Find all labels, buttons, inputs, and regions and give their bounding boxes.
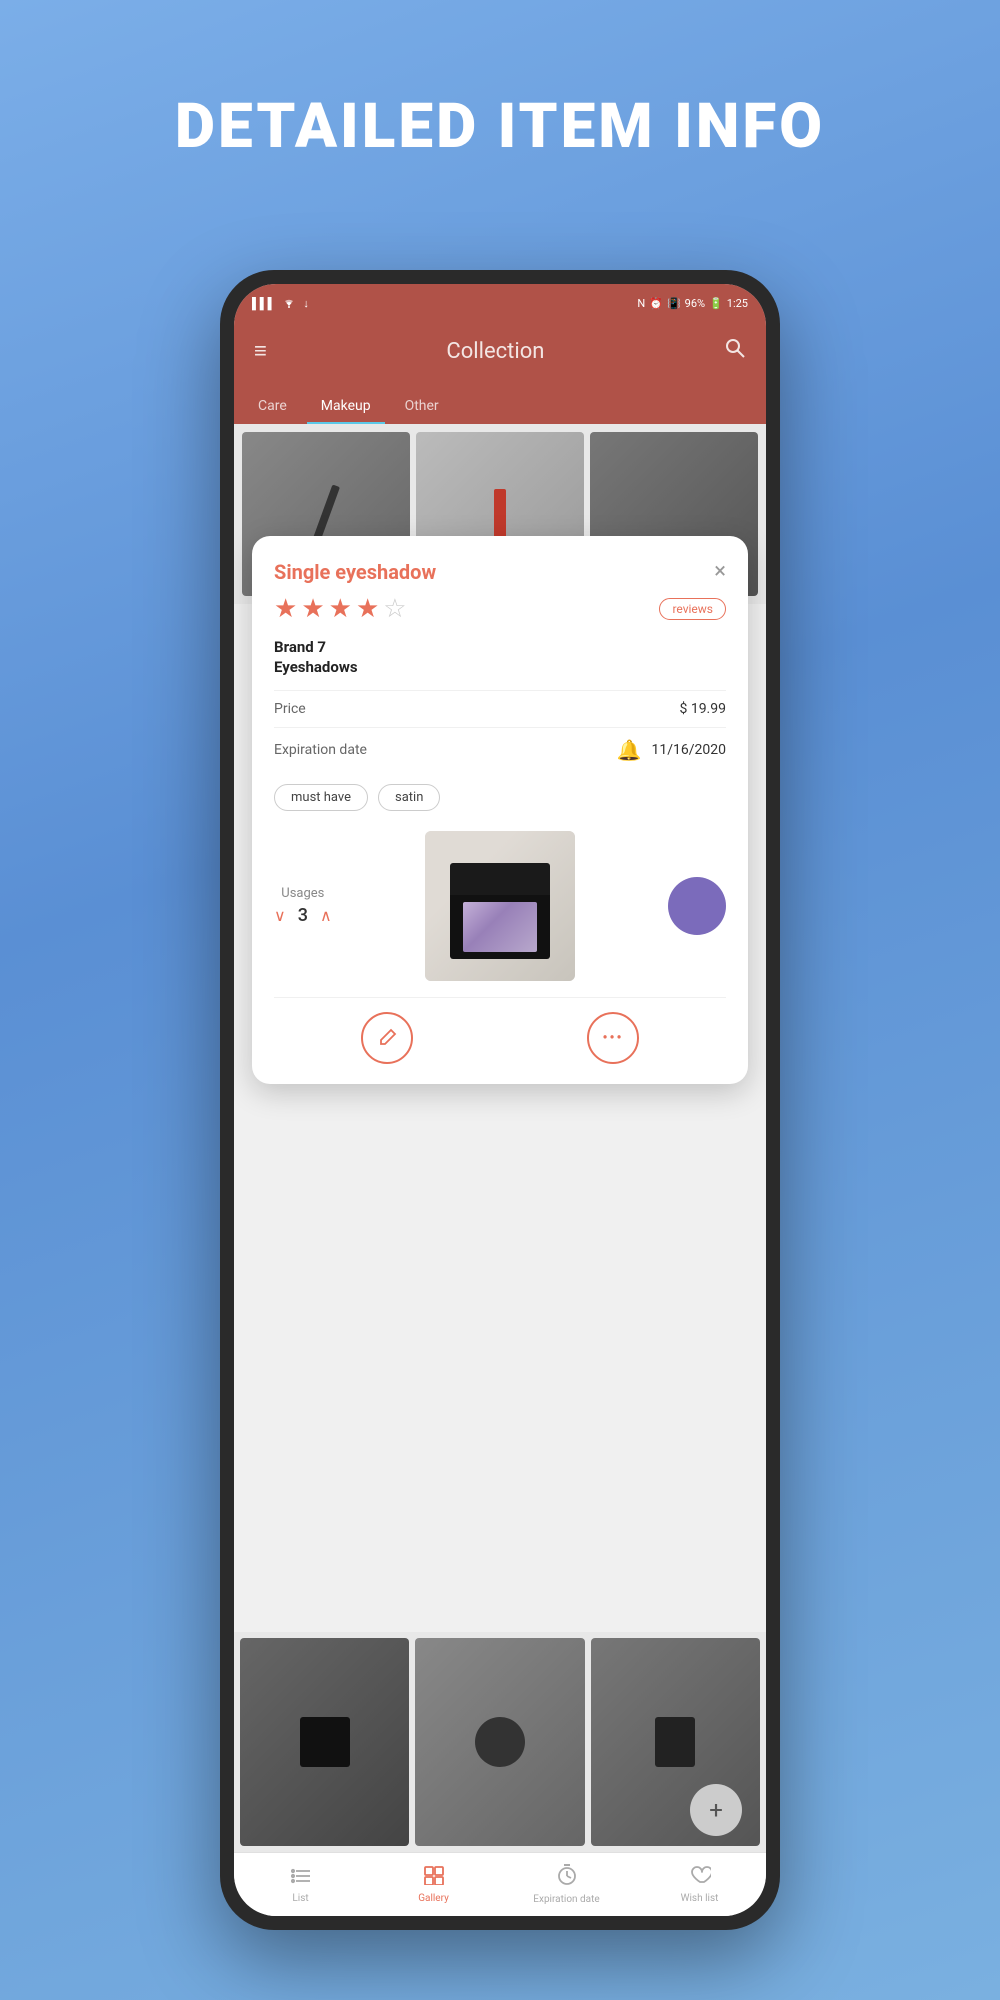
list-icon: [291, 1866, 311, 1890]
status-left: ▌▌▌ ↓: [252, 296, 309, 311]
usages-block: Usages ∨ 3 ∧: [274, 886, 332, 926]
bottom-cell-2[interactable]: [415, 1638, 584, 1846]
item-detail-modal: Single eyeshadow × ★ ★ ★ ★ ☆ reviews Bra…: [252, 536, 748, 1084]
vibrate-icon: 📳: [667, 297, 681, 310]
stars: ★ ★ ★ ★ ☆: [274, 594, 407, 624]
nav-gallery[interactable]: Gallery: [367, 1865, 500, 1904]
product-image[interactable]: [425, 831, 575, 981]
tags-row: must have satin: [274, 772, 726, 821]
nav-gallery-label: Gallery: [418, 1893, 449, 1904]
nfc-icon: N: [637, 297, 645, 310]
color-swatch[interactable]: [668, 877, 726, 935]
usages-count: 3: [298, 905, 308, 926]
brand-label: Brand 7: [274, 638, 726, 656]
battery-icon: 🔋: [709, 297, 723, 310]
phone-frame: ▌▌▌ ↓ N ⏰ 📳 96% 🔋 1:25: [220, 270, 780, 1930]
edit-button[interactable]: [361, 1012, 413, 1064]
bell-icon[interactable]: 🔔: [617, 738, 642, 762]
star-1[interactable]: ★: [274, 594, 297, 624]
star-3[interactable]: ★: [329, 594, 352, 624]
modal-title: Single eyeshadow: [274, 560, 436, 584]
usages-decrease[interactable]: ∨: [274, 906, 286, 925]
tab-care[interactable]: Care: [244, 390, 301, 424]
tag-satin[interactable]: satin: [378, 784, 440, 811]
tab-bar: Care Makeup Other: [234, 380, 766, 424]
app-bar: ≡ Collection: [234, 322, 766, 380]
star-2[interactable]: ★: [301, 594, 324, 624]
search-icon[interactable]: [724, 337, 746, 365]
price-row: Price $ 19.99: [274, 690, 726, 727]
star-5[interactable]: ☆: [383, 594, 406, 624]
tab-other[interactable]: Other: [391, 390, 453, 424]
expiry-label: Expiration date: [274, 742, 367, 758]
tab-makeup[interactable]: Makeup: [307, 390, 385, 424]
status-right: N ⏰ 📳 96% 🔋 1:25: [637, 297, 748, 310]
signal-icon: ▌▌▌: [252, 297, 275, 310]
fab-add-button[interactable]: +: [690, 1784, 742, 1836]
content-row: Usages ∨ 3 ∧: [274, 821, 726, 991]
price-label: Price: [274, 701, 306, 717]
wifi-icon: [281, 296, 297, 311]
nav-wishlist-label: Wish list: [681, 1893, 719, 1904]
download-icon: ↓: [303, 297, 309, 310]
menu-icon[interactable]: ≡: [254, 338, 267, 364]
battery-percent: 96%: [685, 297, 705, 310]
expiry-icon: [557, 1864, 577, 1891]
bottom-grid: [234, 1632, 766, 1852]
page-title: DETAILED ITEM INFO: [0, 90, 1000, 163]
nav-expiry-label: Expiration date: [533, 1894, 599, 1905]
nav-list-label: List: [292, 1893, 308, 1904]
rating-row: ★ ★ ★ ★ ☆ reviews: [274, 594, 726, 624]
expiry-value: 11/16/2020: [652, 742, 727, 758]
modal-footer: •••: [274, 997, 726, 1064]
usages-controls: ∨ 3 ∧: [274, 905, 332, 926]
usages-label: Usages: [281, 886, 324, 901]
bottom-cell-1[interactable]: [240, 1638, 409, 1846]
star-4[interactable]: ★: [356, 594, 379, 624]
nav-expiry[interactable]: Expiration date: [500, 1864, 633, 1905]
price-value: $ 19.99: [679, 701, 726, 717]
tag-must-have[interactable]: must have: [274, 784, 368, 811]
fab-plus-icon: +: [709, 1796, 723, 1824]
reviews-badge[interactable]: reviews: [659, 598, 726, 620]
close-button[interactable]: ×: [714, 561, 726, 583]
more-button[interactable]: •••: [587, 1012, 639, 1064]
app-bar-title: Collection: [446, 339, 544, 364]
gallery-icon: [423, 1865, 445, 1890]
nav-list[interactable]: List: [234, 1866, 367, 1904]
modal-header: Single eyeshadow ×: [274, 560, 726, 584]
usages-increase[interactable]: ∧: [320, 906, 332, 925]
expiry-row: Expiration date 🔔 11/16/2020: [274, 727, 726, 772]
category-label: Eyeshadows: [274, 658, 726, 676]
wishlist-icon: [689, 1865, 711, 1890]
alarm-icon: ⏰: [649, 297, 663, 310]
status-bar: ▌▌▌ ↓ N ⏰ 📳 96% 🔋 1:25: [234, 284, 766, 322]
time-display: 1:25: [727, 297, 748, 310]
expiry-right: 🔔 11/16/2020: [617, 738, 726, 762]
bottom-nav: List Gallery: [234, 1852, 766, 1916]
phone-screen: ▌▌▌ ↓ N ⏰ 📳 96% 🔋 1:25: [234, 284, 766, 1916]
nav-wishlist[interactable]: Wish list: [633, 1865, 766, 1904]
